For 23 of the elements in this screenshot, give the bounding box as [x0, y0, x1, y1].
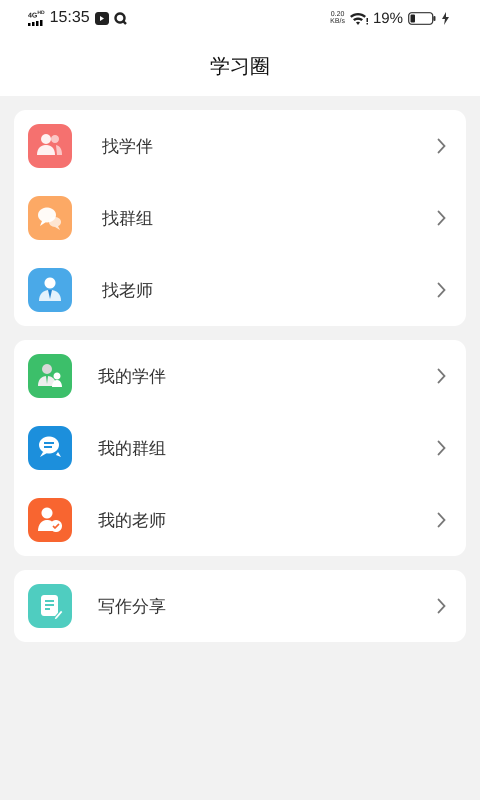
chevron-right-icon	[437, 282, 446, 298]
chevron-right-icon	[437, 210, 446, 226]
menu-item[interactable]: 我的老师	[14, 484, 466, 556]
menu-item[interactable]: 写作分享	[14, 570, 466, 642]
wifi-icon	[350, 12, 368, 24]
clock: 15:35	[50, 9, 90, 27]
signal-icon	[28, 20, 44, 26]
charging-icon	[441, 12, 450, 24]
battery-icon	[408, 12, 436, 24]
page-title: 学习圈	[210, 52, 270, 80]
chevron-right-icon	[437, 440, 446, 456]
menu-item[interactable]: 我的群组	[14, 412, 466, 484]
menu-item[interactable]: 我的学伴	[14, 340, 466, 412]
menu-item[interactable]: 找老师	[14, 254, 466, 326]
chevron-right-icon	[437, 598, 446, 614]
menu-item[interactable]: 找学伴	[14, 110, 466, 182]
chevron-right-icon	[437, 368, 446, 384]
video-app-icon	[94, 12, 109, 24]
chevron-right-icon	[437, 138, 446, 154]
menu-item[interactable]: 找群组	[14, 182, 466, 254]
battery-percent: 19%	[372, 10, 403, 26]
chevron-right-icon	[437, 512, 446, 528]
search-app-icon	[114, 12, 127, 24]
